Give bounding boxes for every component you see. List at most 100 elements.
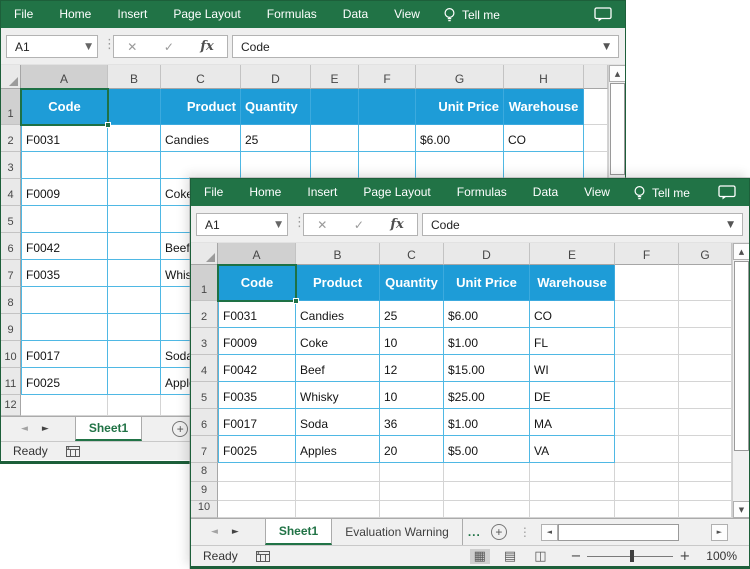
column-header-d[interactable]: D bbox=[241, 65, 311, 89]
cell-G3[interactable] bbox=[416, 152, 504, 179]
cell-F6[interactable] bbox=[615, 409, 679, 436]
cell-E8[interactable] bbox=[530, 463, 615, 482]
column-header-c[interactable]: C bbox=[380, 243, 444, 265]
column-header-g[interactable]: G bbox=[679, 243, 732, 265]
enter-icon[interactable]: ✓ bbox=[164, 40, 174, 54]
row-header-2[interactable]: 2 bbox=[1, 125, 21, 152]
row-header-6[interactable]: 6 bbox=[1, 233, 21, 260]
cell-C1[interactable]: Product bbox=[161, 89, 241, 125]
ribbon-tab-file[interactable]: File bbox=[1, 1, 46, 28]
cell-A10[interactable] bbox=[218, 501, 296, 518]
row-header-6[interactable]: 6 bbox=[191, 409, 218, 436]
cell-C10[interactable] bbox=[380, 501, 444, 518]
scroll-right-icon[interactable]: ► bbox=[710, 523, 728, 541]
sheet-nav-right-icon[interactable]: ► bbox=[42, 424, 49, 434]
name-box[interactable]: A1 ▼ bbox=[6, 35, 98, 58]
cell-B5[interactable] bbox=[108, 206, 161, 233]
vertical-scrollbar-thumb[interactable] bbox=[734, 261, 749, 451]
ribbon-tab-page-layout[interactable]: Page Layout bbox=[350, 179, 443, 206]
cell-B4[interactable]: Beef bbox=[296, 355, 380, 382]
sheet-tab-evaluation-warning[interactable]: Evaluation Warning bbox=[332, 519, 463, 545]
cell-A5[interactable] bbox=[21, 206, 108, 233]
cell-B8[interactable] bbox=[296, 463, 380, 482]
cell-E10[interactable] bbox=[530, 501, 615, 518]
sheet-tab-sheet1[interactable]: Sheet1 bbox=[264, 519, 333, 545]
cell-D8[interactable] bbox=[444, 463, 530, 482]
cell-x3[interactable] bbox=[584, 152, 608, 179]
cell-B8[interactable] bbox=[108, 287, 161, 314]
cell-C9[interactable] bbox=[380, 482, 444, 501]
excel-window-front[interactable]: File Home Insert Page Layout Formulas Data Vie… bbox=[190, 178, 750, 569]
cell-A8[interactable] bbox=[218, 463, 296, 482]
row-header-12[interactable]: 12 bbox=[1, 395, 21, 416]
horizontal-scrollbar[interactable]: ◄ ► bbox=[540, 523, 728, 541]
cell-D5[interactable]: $25.00 bbox=[444, 382, 530, 409]
cell-C2[interactable]: Candies bbox=[161, 125, 241, 152]
name-box-dropdown-icon[interactable]: ▼ bbox=[275, 220, 282, 230]
cell-A6[interactable]: F0042 bbox=[21, 233, 108, 260]
enter-icon[interactable]: ✓ bbox=[354, 218, 364, 232]
cell-E1[interactable]: Warehouse bbox=[530, 265, 615, 301]
cell-A3[interactable] bbox=[21, 152, 108, 179]
column-header-b[interactable]: B bbox=[108, 65, 161, 89]
tell-me-button[interactable]: Tell me bbox=[433, 7, 510, 23]
cell-G9[interactable] bbox=[679, 482, 732, 501]
cell-B11[interactable] bbox=[108, 368, 161, 395]
row-header-8[interactable]: 8 bbox=[191, 463, 218, 482]
cell-B5[interactable]: Whisky bbox=[296, 382, 380, 409]
column-header-g[interactable]: G bbox=[416, 65, 504, 89]
ribbon-tab-home[interactable]: Home bbox=[236, 179, 294, 206]
scroll-down-icon[interactable]: ▼ bbox=[733, 501, 749, 518]
cell-A1[interactable]: Code bbox=[218, 265, 296, 301]
cell-E2[interactable]: CO bbox=[530, 301, 615, 328]
cell-B2[interactable] bbox=[108, 125, 161, 152]
column-header-e[interactable]: E bbox=[311, 65, 359, 89]
cell-H1[interactable]: Warehouse bbox=[504, 89, 584, 125]
column-header-e[interactable]: E bbox=[530, 243, 615, 265]
row-header-8[interactable]: 8 bbox=[1, 287, 21, 314]
cell-B1[interactable]: Product bbox=[296, 265, 380, 301]
cell-A11[interactable]: F0025 bbox=[21, 368, 108, 395]
cell-G4[interactable] bbox=[679, 355, 732, 382]
cell-A1[interactable]: Code bbox=[21, 89, 108, 125]
row-header-10[interactable]: 10 bbox=[1, 341, 21, 368]
cell-H3[interactable] bbox=[504, 152, 584, 179]
cell-F3[interactable] bbox=[359, 152, 416, 179]
select-all-button[interactable] bbox=[191, 243, 218, 265]
cell-G8[interactable] bbox=[679, 463, 732, 482]
cell-A8[interactable] bbox=[21, 287, 108, 314]
cell-C8[interactable] bbox=[380, 463, 444, 482]
cell-B1[interactable] bbox=[108, 89, 161, 125]
cell-D3[interactable]: $1.00 bbox=[444, 328, 530, 355]
row-header-11[interactable]: 11 bbox=[1, 368, 21, 395]
column-header-blank[interactable] bbox=[584, 65, 608, 89]
column-header-h[interactable]: H bbox=[504, 65, 584, 89]
cell-B7[interactable]: Apples bbox=[296, 436, 380, 463]
cancel-icon[interactable]: ✕ bbox=[127, 40, 137, 54]
column-header-f[interactable]: F bbox=[615, 243, 679, 265]
cell-E5[interactable]: DE bbox=[530, 382, 615, 409]
ribbon-tab-file[interactable]: File bbox=[191, 179, 236, 206]
sheet-nav-right-icon[interactable]: ► bbox=[232, 527, 239, 537]
cell-G2[interactable]: $6.00 bbox=[416, 125, 504, 152]
cell-D6[interactable]: $1.00 bbox=[444, 409, 530, 436]
cell-B12[interactable] bbox=[108, 395, 161, 416]
comment-icon[interactable] bbox=[718, 185, 737, 200]
zoom-out-icon[interactable]: − bbox=[564, 549, 587, 564]
cell-D1[interactable]: Quantity bbox=[241, 89, 311, 125]
ribbon-tab-data[interactable]: Data bbox=[520, 179, 571, 206]
cell-E9[interactable] bbox=[530, 482, 615, 501]
select-all-button[interactable] bbox=[1, 65, 21, 89]
cell-D3[interactable] bbox=[241, 152, 311, 179]
name-box[interactable]: A1 ▼ bbox=[196, 213, 288, 236]
ribbon-tab-formulas[interactable]: Formulas bbox=[254, 1, 330, 28]
cell-F7[interactable] bbox=[615, 436, 679, 463]
row-header-5[interactable]: 5 bbox=[1, 206, 21, 233]
comment-icon[interactable] bbox=[594, 7, 613, 22]
cell-D1[interactable]: Unit Price bbox=[444, 265, 530, 301]
cell-A3[interactable]: F0009 bbox=[218, 328, 296, 355]
column-header-f[interactable]: F bbox=[359, 65, 416, 89]
ribbon-tab-view[interactable]: View bbox=[571, 179, 623, 206]
horizontal-scrollbar-thumb[interactable] bbox=[557, 523, 679, 541]
add-sheet-icon[interactable]: + bbox=[172, 421, 189, 437]
